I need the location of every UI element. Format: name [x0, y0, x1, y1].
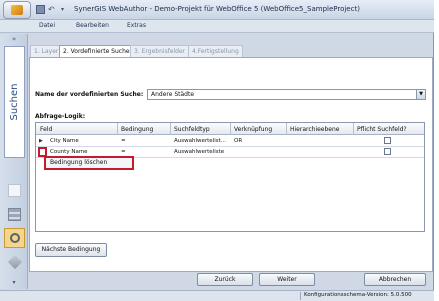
schema-version-status: Konfigurationsschema-Version: 5.0.500 [300, 292, 428, 300]
back-button[interactable]: Zurück [197, 273, 253, 286]
menu-bar [0, 20, 434, 33]
menu-datei[interactable]: Datei [39, 22, 55, 29]
row2-feld[interactable]: County Name [50, 149, 88, 155]
window-title: SynerGIS WebAuthor - Demo-Projekt für We… [74, 5, 360, 13]
tab-vordefinierte-suche[interactable]: 2. Vordefinierte Suche [59, 45, 134, 57]
row2-suchfeldtyp[interactable]: Auswahlwerteliste [174, 149, 224, 155]
search-name-value: Andere Städte [151, 91, 195, 98]
column-separator [117, 123, 118, 135]
condition-grid [35, 122, 425, 232]
row2-bedingung[interactable]: = [121, 149, 126, 155]
search-icon[interactable] [4, 228, 25, 248]
column-suchfeldtyp[interactable]: Suchfeldtyp [174, 126, 210, 133]
screen-edge [434, 0, 439, 301]
layers-icon[interactable] [4, 204, 25, 224]
row-indicator-icon: ▶ [39, 138, 43, 144]
column-verknuepfung[interactable]: Verknüpfung [234, 126, 272, 133]
column-feld[interactable]: Feld [40, 126, 52, 133]
sidebar-tab-label: Suchen [8, 83, 20, 121]
row1-bedingung[interactable]: = [121, 138, 126, 144]
menu-extras[interactable]: Extras [127, 22, 146, 29]
tab-ergebnisfelder[interactable]: 3. Ergebnisfelder [130, 45, 190, 57]
column-pflicht-suchfeld[interactable]: Pflicht Suchfeld? [357, 126, 407, 133]
row1-feld[interactable]: City Name [50, 138, 79, 144]
column-separator [353, 123, 354, 135]
context-menu-delete-condition[interactable]: Bedingung löschen [50, 159, 107, 166]
query-logic-label: Abfrage-Logik: [35, 113, 86, 120]
column-separator [230, 123, 231, 135]
row2-pflicht-checkbox[interactable] [384, 148, 391, 155]
row1-pflicht-checkbox[interactable] [384, 137, 391, 144]
cancel-button[interactable]: Abbrechen [364, 273, 426, 286]
column-separator [286, 123, 287, 135]
menu-bearbeiten[interactable]: Bearbeiten [76, 22, 109, 29]
row-divider [36, 146, 424, 147]
sidebar-collapse-icon[interactable]: » [4, 35, 24, 45]
tab-layer[interactable]: 1. Layer [30, 45, 63, 57]
row1-suchfeldtyp[interactable]: Auswahlwertelist... [174, 138, 226, 144]
next-condition-button[interactable]: Nächste Bedingung [35, 243, 107, 257]
chevron-down-icon[interactable]: ▼ [416, 90, 425, 99]
tab-fertigstellung[interactable]: 4.Fertigstellung [188, 45, 243, 57]
edit-icon[interactable] [4, 252, 25, 272]
row1-verknuepfung[interactable]: OR [234, 138, 242, 144]
column-bedingung[interactable]: Bedingung [121, 126, 153, 133]
next-button[interactable]: Weiter [259, 273, 315, 286]
document-icon[interactable] [4, 180, 25, 200]
column-hierarchieebene[interactable]: Hierarchieebene [290, 126, 340, 133]
column-separator [170, 123, 171, 135]
sidebar-more-icon[interactable]: ▾ [4, 279, 24, 287]
search-name-label: Name der vordefinierten Suche: [35, 91, 144, 98]
